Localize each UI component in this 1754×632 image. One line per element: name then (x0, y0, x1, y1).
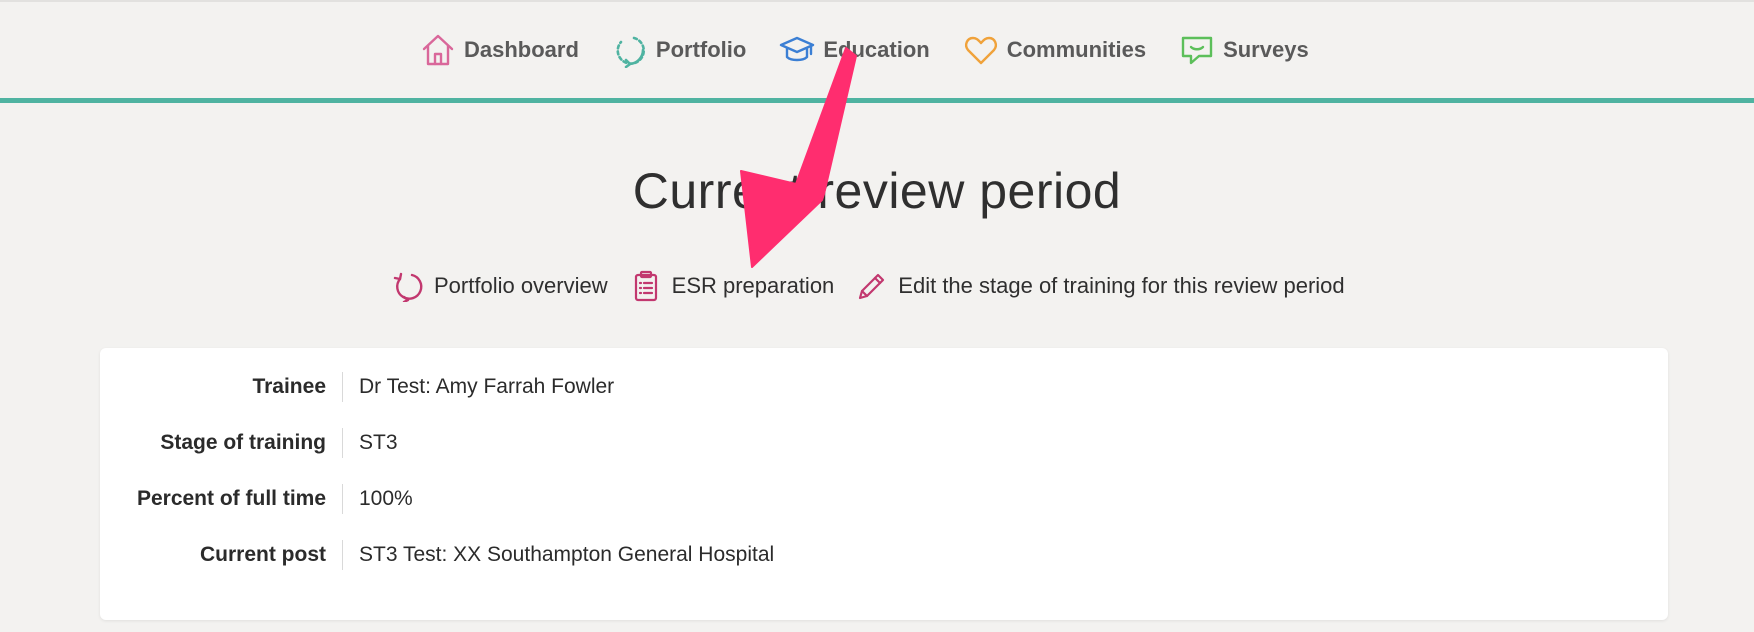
post-label: Current post (200, 543, 326, 566)
info-row-stage: Stage of training ST3 (100, 423, 1668, 463)
circular-arrow-icon (392, 270, 424, 302)
edit-stage-link[interactable]: Edit the stage of training for this revi… (856, 270, 1345, 302)
trainee-value: Dr Test: Amy Farrah Fowler (359, 375, 615, 398)
pencil-icon (856, 270, 888, 302)
heart-icon (963, 32, 999, 68)
nav-items: Dashboard Portfolio Education Communitie… (420, 32, 1342, 68)
nav-item-portfolio[interactable]: Portfolio (612, 32, 746, 68)
page-title: Current review period (632, 163, 1122, 219)
stage-label: Stage of training (160, 431, 326, 454)
percent-label: Percent of full time (136, 487, 326, 510)
review-actions: Portfolio overview ESR preparation Edit … (392, 270, 1367, 302)
nav-item-surveys[interactable]: Surveys (1179, 32, 1309, 68)
info-row-post: Current post ST3 Test: XX Southampton Ge… (100, 535, 1668, 575)
trainee-label: Trainee (252, 375, 326, 398)
esr-preparation-link[interactable]: ESR preparation (630, 270, 835, 302)
stage-value: ST3 (359, 431, 398, 454)
percent-value: 100% (359, 487, 413, 510)
nav-item-education[interactable]: Education (779, 32, 930, 68)
nav-item-communities[interactable]: Communities (963, 32, 1146, 68)
post-value: ST3 Test: XX Southampton General Hospita… (359, 543, 775, 566)
nav-item-label: Surveys (1223, 37, 1309, 62)
nav-item-dashboard[interactable]: Dashboard (420, 32, 579, 68)
top-navigation: Dashboard Portfolio Education Communitie… (0, 0, 1754, 99)
house-icon (420, 32, 456, 68)
graduation-cap-icon (779, 32, 815, 68)
clipboard-icon (630, 270, 662, 302)
info-row-percent: Percent of full time 100% (100, 479, 1668, 519)
action-label: Portfolio overview (434, 273, 608, 298)
action-label: ESR preparation (671, 273, 835, 298)
portfolio-overview-link[interactable]: Portfolio overview (392, 270, 608, 302)
nav-item-label: Communities (1006, 37, 1147, 62)
nav-item-label: Education (823, 37, 930, 62)
nav-item-label: Portfolio (655, 37, 747, 62)
page: Dashboard Portfolio Education Communitie… (0, 0, 1754, 632)
circular-arrow-icon (612, 32, 648, 68)
nav-accent-bar (0, 98, 1754, 103)
speech-bubble-icon (1179, 32, 1215, 68)
action-label: Edit the stage of training for this revi… (898, 273, 1345, 298)
review-info-card: Trainee Dr Test: Amy Farrah Fowler Stage… (100, 348, 1668, 620)
info-row-trainee: Trainee Dr Test: Amy Farrah Fowler (100, 367, 1668, 407)
nav-item-label: Dashboard (464, 37, 579, 62)
